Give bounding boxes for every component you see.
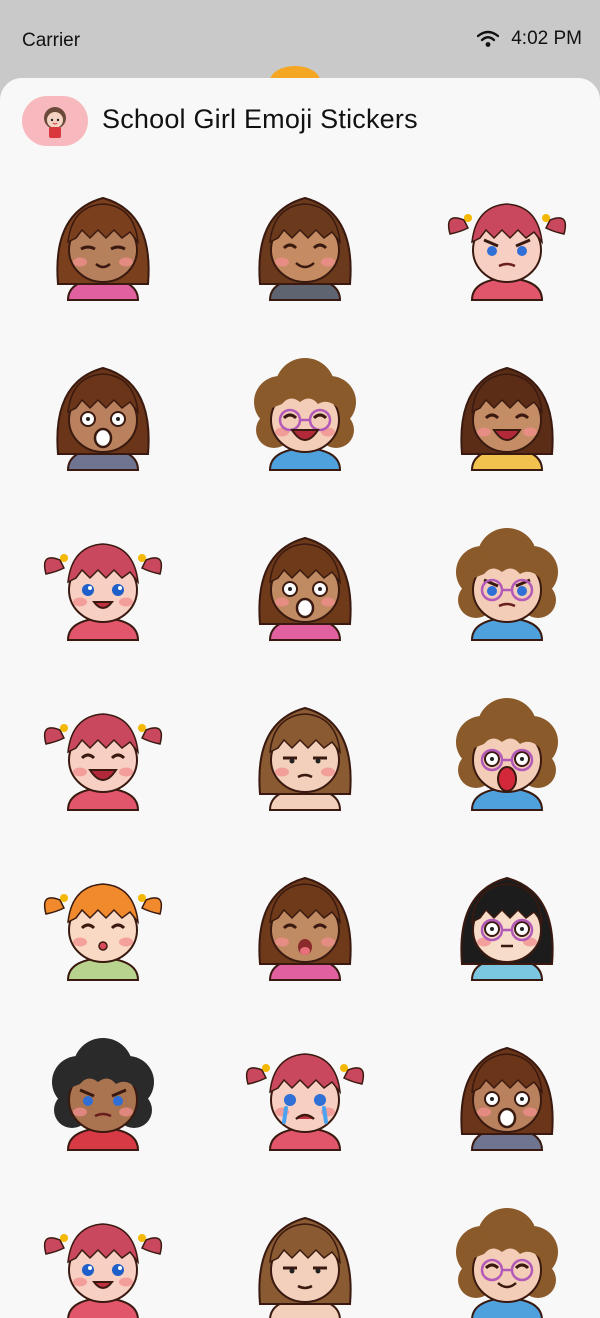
sticker-orange-girl-kiss[interactable] [38, 852, 168, 982]
app-icon-girl-icon [44, 107, 66, 138]
status-time: 4:02 PM [511, 28, 582, 49]
sticker-girl-peeking-hands-art [56, 196, 150, 301]
sticker-girl-shocked-crown-2-art [460, 1046, 554, 1151]
sticker-boy-suspicious[interactable] [240, 682, 370, 812]
sticker-pigtail-girl-angry-art [447, 203, 567, 301]
sticker-curly-girl-glasses-hearts-art [254, 358, 356, 471]
wifi-icon [477, 30, 500, 47]
sticker-boy-tired-partial[interactable] [240, 1192, 370, 1318]
sticker-pigtail-girl-happy-hands-art [43, 713, 163, 811]
carrier-label: Carrier [22, 30, 81, 51]
sticker-girl-shocked-crown-2[interactable] [442, 1022, 572, 1152]
sticker-pigtail-girl-smile-art [43, 543, 163, 641]
status-right-group: 4:02 PM [477, 28, 582, 50]
sticker-pigtail-girl-angry[interactable] [442, 172, 572, 302]
sticker-boy-tired-partial-art [258, 1216, 352, 1318]
sticker-girl-cat-ears-heart-art [460, 366, 554, 471]
sheet-header: School Girl Emoji Stickers [0, 78, 600, 168]
sticker-boy-suspicious-art [258, 706, 352, 811]
sticker-curly-girl-glasses-hearts[interactable] [240, 342, 370, 472]
sheet-title: School Girl Emoji Stickers [102, 104, 418, 134]
app-icon[interactable] [22, 96, 88, 146]
sticker-orange-girl-kiss-art [43, 883, 163, 981]
sticker-dark-curly-girl-angry-fire-art [52, 1038, 154, 1151]
sticker-pigtail-girl-happy-hands[interactable] [38, 682, 168, 812]
sticker-curly-girl-fire[interactable] [442, 512, 572, 642]
sticker-girl-peeking-hands[interactable] [38, 172, 168, 302]
sticker-curly-girl-scream[interactable] [442, 682, 572, 812]
sticker-curly-girl-partial-art [456, 1208, 558, 1318]
sticker-dark-curly-girl-angry-fire[interactable] [38, 1022, 168, 1152]
sticker-girl-cat-ears-heart[interactable] [442, 342, 572, 472]
sticker-girl-shocked-crown-art [258, 536, 352, 641]
sticker-curly-girl-fire-art [456, 528, 558, 641]
sticker-girl-with-cat-art [258, 196, 352, 301]
sticker-pigtail-girl-partial-art [43, 1223, 163, 1318]
sticker-black-hair-girl-confused-art [460, 876, 554, 981]
sticker-curly-girl-partial[interactable] [442, 1192, 572, 1318]
sticker-sheet: School Girl Emoji Stickers [0, 78, 600, 1318]
sticker-girl-tongue-out-art [258, 876, 352, 981]
sticker-pigtail-girl-partial[interactable] [38, 1192, 168, 1318]
sticker-pigtail-girl-crying-art [245, 1053, 365, 1151]
sticker-girl-hands-on-face[interactable] [38, 342, 168, 472]
sticker-girl-hands-on-face-art [56, 366, 150, 471]
sticker-girl-tongue-out[interactable] [240, 852, 370, 982]
sticker-girl-shocked-crown[interactable] [240, 512, 370, 642]
sticker-girl-with-cat[interactable] [240, 172, 370, 302]
sticker-pigtail-girl-smile[interactable] [38, 512, 168, 642]
sticker-black-hair-girl-confused[interactable] [442, 852, 572, 982]
sticker-curly-girl-scream-art [456, 698, 558, 811]
sticker-pigtail-girl-crying[interactable] [240, 1022, 370, 1152]
